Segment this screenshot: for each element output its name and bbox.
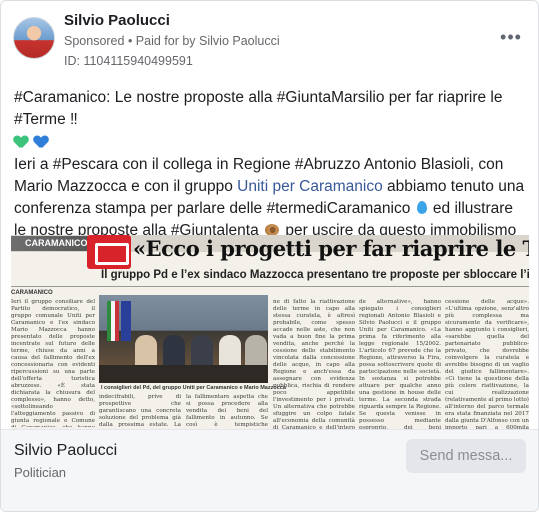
green-heart-icon [14,136,28,149]
italian-flag-icon [107,301,119,341]
newspaper-photo [99,295,268,383]
post-text-line1: #Caramanico: Le nostre proposte alla #Gi… [14,89,503,128]
paid-for-name[interactable]: Silvio Paolucci [199,34,280,48]
separator-dot: • [124,34,136,48]
page-link-uniti-per-caramanico[interactable]: Uniti per Caramanico [237,178,383,195]
sponsored-line: Sponsored • Paid for by Silvio Paolucci [64,34,280,48]
photo-person [245,335,267,369]
photo-person [191,335,213,369]
sponsored-post-card: Silvio Paolucci Sponsored • Paid for by … [0,0,539,512]
ad-id: ID: 1104115940499591 [64,54,193,68]
post-paragraph-1: #Caramanico: Le nostre proposte alla #Gi… [14,87,529,131]
emoji-row [14,132,529,154]
footer-page-name[interactable]: Silvio Paolucci [14,442,117,460]
newspaper-column-6: cessione delle acque». «L'ultima opzione… [445,299,529,429]
photo-person [219,335,241,369]
footer-page-category: Politician [14,465,67,480]
newspaper-column-2: indecifrabili, prive di prospettive che … [99,394,181,428]
photo-person [135,335,157,369]
newspaper-divider [11,286,529,287]
blue-heart-icon [34,136,48,149]
newspaper-column-4: ne di fatto la riattivazione delle terme… [273,299,355,429]
newspaper-column-1: Ieri il gruppo consiliare del Partito de… [11,299,95,427]
newspaper-clipping-image[interactable]: CARAMANICO «Ecco i progetti per far riap… [11,235,529,429]
author-name[interactable]: Silvio Paolucci [64,12,170,29]
newspaper-column-3: la fallimentare aspetta che si possa pro… [186,394,268,428]
newspaper-headline: «Ecco i progetti per far riaprire le Ter… [133,236,529,261]
newspaper-subheadline: Il gruppo Pd e l’ex sindaco Mazzocca pre… [101,269,529,281]
newspaper-dateline: CARAMANICO [11,290,53,296]
send-message-button[interactable]: Send messa... [406,439,526,473]
newspaper-logo-icon [87,235,131,269]
more-options-icon[interactable]: ••• [498,27,524,47]
post-footer: Silvio Paolucci Politician Send messa... [1,429,538,511]
post-header: Silvio Paolucci Sponsored • Paid for by … [1,1,538,75]
photo-table [99,365,268,383]
eu-flag-icon [121,301,131,341]
paid-for-prefix: Paid for by [135,34,200,48]
photo-caption: I consiglieri del Pd, del gruppo Uniti p… [101,385,286,391]
droplet-icon [416,201,427,214]
sponsored-label: Sponsored [64,34,125,48]
newspaper-column-5: de alternative», hanno spiegato i consig… [359,299,441,429]
author-avatar[interactable] [13,17,55,59]
photo-person [163,335,185,369]
